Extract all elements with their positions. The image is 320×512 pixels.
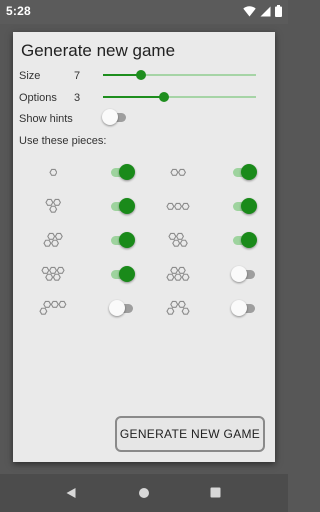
show-hints-switch-thumb <box>102 109 118 125</box>
hex-cell <box>179 239 188 247</box>
size-value: 7 <box>74 70 81 82</box>
piece-4-hex-b-switch-thumb <box>241 232 257 248</box>
hex-cell <box>48 267 58 275</box>
hex-cell <box>58 301 67 309</box>
hex-cell <box>48 205 58 213</box>
piece-2-hex-switch[interactable] <box>231 164 257 180</box>
piece-6-hex-pyramid-icon <box>166 267 190 281</box>
hex-cell <box>52 199 61 207</box>
options-value: 3 <box>74 92 81 104</box>
hex-cell <box>170 267 179 275</box>
hex-cell <box>166 273 175 281</box>
hex-cell <box>48 168 58 176</box>
hex-cell <box>39 307 48 315</box>
status-bar: 5:28 <box>0 0 288 24</box>
hex-cell <box>173 202 183 210</box>
size-label: Size <box>19 70 41 82</box>
hex-cell <box>50 239 59 247</box>
piece-3-hex-triangle-switch-thumb <box>119 198 135 214</box>
piece-3-hex-line-icon <box>166 202 190 210</box>
pieces-label: Use these pieces: <box>19 135 107 147</box>
recents-icon[interactable] <box>210 487 221 498</box>
show-hints-label: Show hints <box>19 113 73 125</box>
hex-cell <box>45 199 54 207</box>
piece-5-hex-b-switch-thumb <box>231 300 247 316</box>
piece-2-hex-switch-thumb <box>241 164 257 180</box>
options-slider-fill <box>103 96 165 98</box>
piece-5-hex-b-switch[interactable] <box>231 300 257 316</box>
hex-cell <box>175 233 184 241</box>
options-label: Options <box>19 92 57 104</box>
hex-cell <box>166 307 175 315</box>
hex-cell <box>181 273 190 281</box>
hex-cell <box>47 233 56 241</box>
hex-cell <box>50 301 59 309</box>
hex-cell <box>52 273 61 281</box>
piece-4-hex-a-switch[interactable] <box>109 232 135 248</box>
piece-6-hex-pyramid-switch[interactable] <box>231 266 257 282</box>
options-slider[interactable] <box>103 90 256 104</box>
navigation-bar <box>0 474 288 512</box>
options-slider-thumb[interactable] <box>159 92 170 102</box>
piece-1-hex-switch[interactable] <box>109 164 135 180</box>
piece-3-hex-line-switch[interactable] <box>231 198 257 214</box>
show-hints-switch[interactable] <box>102 109 128 125</box>
hex-cell <box>181 202 190 210</box>
piece-4-hex-a-switch-thumb <box>119 232 135 248</box>
piece-4-hex-b-switch[interactable] <box>231 232 257 248</box>
battery-icon <box>275 5 282 17</box>
piece-1-hex-switch-thumb <box>119 164 135 180</box>
size-slider[interactable] <box>103 68 256 82</box>
back-icon[interactable] <box>65 487 77 499</box>
hex-cell <box>45 273 54 281</box>
hex-cell <box>173 273 183 281</box>
status-icons <box>243 5 282 17</box>
hex-cell <box>54 233 63 241</box>
hex-cell <box>170 168 179 176</box>
piece-5-hex-a-switch[interactable] <box>109 266 135 282</box>
piece-3-hex-triangle-switch[interactable] <box>109 198 135 214</box>
generate-new-game-button[interactable]: GENERATE NEW GAME <box>115 416 265 452</box>
hex-cell <box>56 267 65 275</box>
status-time: 5:28 <box>6 4 31 18</box>
hex-cell <box>172 239 181 247</box>
piece-4-hex-line-icon <box>39 301 67 315</box>
hex-cell <box>43 239 52 247</box>
piece-5-hex-b-icon <box>166 301 190 315</box>
hex-cell <box>177 301 186 309</box>
piece-3-hex-triangle-icon <box>45 199 61 213</box>
hex-cell <box>181 307 190 315</box>
home-icon[interactable] <box>138 487 150 499</box>
size-slider-thumb[interactable] <box>136 70 147 80</box>
piece-4-hex-line-switch-thumb <box>109 300 125 316</box>
piece-6-hex-pyramid-switch-thumb <box>231 266 247 282</box>
hex-cell <box>43 301 52 309</box>
piece-4-hex-a-icon <box>43 233 63 247</box>
piece-1-hex-icon <box>48 168 58 176</box>
piece-4-hex-line-switch[interactable] <box>109 300 135 316</box>
wifi-icon <box>243 5 256 17</box>
piece-3-hex-line-switch-thumb <box>241 198 257 214</box>
hex-cell <box>177 168 186 176</box>
hex-cell <box>170 301 179 309</box>
piece-4-hex-b-icon <box>168 233 188 247</box>
piece-5-hex-a-icon <box>41 267 65 281</box>
dialog-title: Generate new game <box>21 41 176 60</box>
piece-2-hex-icon <box>170 168 186 176</box>
hex-cell <box>177 267 186 275</box>
signal-icon <box>260 6 271 16</box>
hex-cell <box>166 202 175 210</box>
hex-cell <box>41 267 50 275</box>
piece-5-hex-a-switch-thumb <box>119 266 135 282</box>
generate-game-dialog: Generate new game Size 7 Options 3 Show … <box>13 32 275 462</box>
hex-cell <box>168 233 177 241</box>
